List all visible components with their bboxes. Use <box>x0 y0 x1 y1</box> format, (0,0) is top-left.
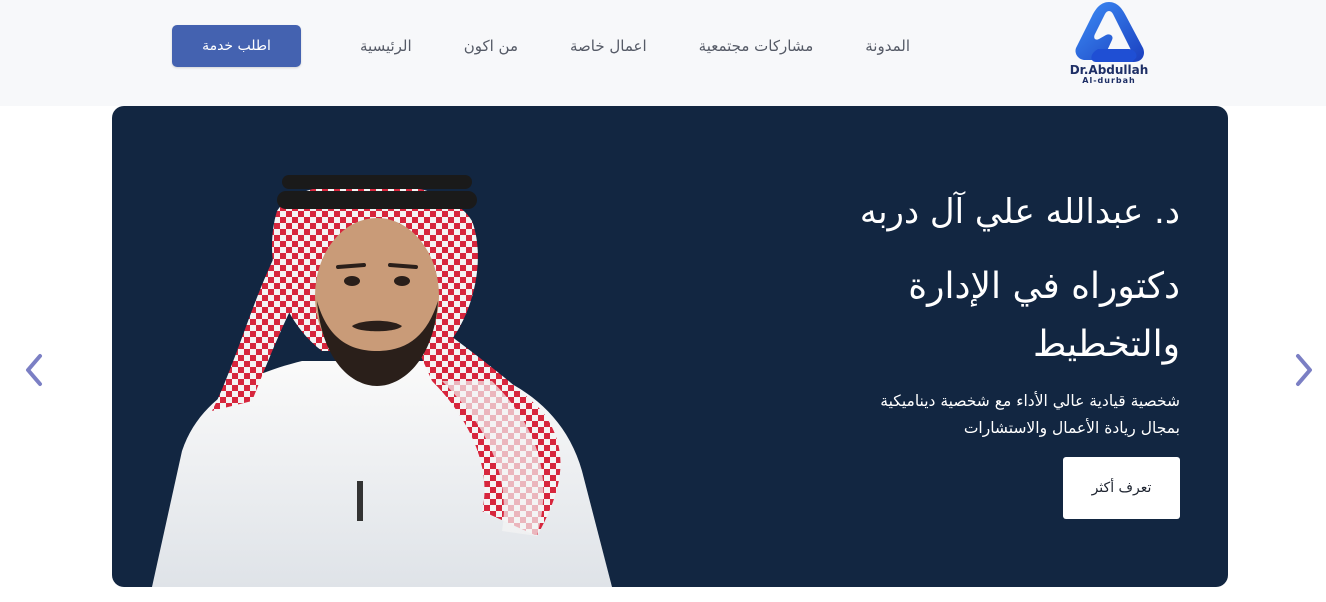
learn-more-button[interactable]: تعرف أكثر <box>1063 457 1180 519</box>
main-nav: الرئيسية من اكون اعمال خاصة مشاركات مجتم… <box>360 34 910 58</box>
carousel-next-button[interactable] <box>1292 352 1316 388</box>
logo-mark-icon <box>1075 2 1144 62</box>
hero-subtitle-line-1: دكتوراه في الإدارة <box>908 266 1180 307</box>
request-service-button[interactable]: اطلب خدمة <box>172 25 301 67</box>
site-logo[interactable]: Dr.Abdullah Al-durbah <box>1068 2 1150 90</box>
nav-item-community[interactable]: مشاركات مجتمعية <box>699 37 814 55</box>
chevron-right-icon <box>1296 354 1312 386</box>
logo-text: Dr.Abdullah Al-durbah <box>1068 64 1150 85</box>
nav-item-blog[interactable]: المدونة <box>865 37 910 55</box>
hero-description: شخصية قيادية عالي الأداء مع شخصية دينامي… <box>680 388 1180 442</box>
hero-subtitle-line-2: والتخطيط <box>1032 324 1180 365</box>
hero-subtitle: دكتوراه في الإدارة والتخطيط <box>620 258 1180 374</box>
hero-description-line-1: شخصية قيادية عالي الأداء مع شخصية دينامي… <box>880 392 1180 410</box>
carousel-prev-button[interactable] <box>22 352 46 388</box>
hero-description-line-2: بمجال ريادة الأعمال والاستشارات <box>963 419 1180 437</box>
nav-item-private-works[interactable]: اعمال خاصة <box>570 37 647 55</box>
nav-item-home[interactable]: الرئيسية <box>360 37 412 55</box>
hero-title: د. عبدالله علي آل دربه <box>859 192 1180 232</box>
logo-name: Dr.Abdullah <box>1069 63 1149 77</box>
site-header: Dr.Abdullah Al-durbah الرئيسية من اكون ا… <box>0 0 1326 106</box>
chevron-left-icon <box>26 354 42 386</box>
hero-slide: د. عبدالله علي آل دربه دكتوراه في الإدار… <box>112 106 1228 587</box>
nav-item-about[interactable]: من اكون <box>464 37 518 55</box>
logo-subtitle: Al-durbah <box>1082 76 1136 85</box>
portrait-image <box>152 175 612 587</box>
